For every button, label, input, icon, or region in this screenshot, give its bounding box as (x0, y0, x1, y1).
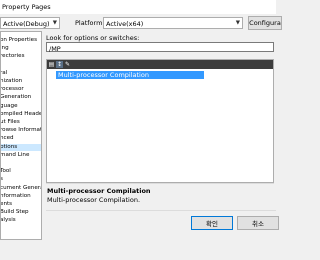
tree-item[interactable]: ral (1, 70, 41, 78)
configuration-dropdown[interactable]: Active(Debug) ▼ (0, 17, 60, 29)
cancel-label: 취소 (252, 220, 264, 228)
search-value: /MP (49, 44, 61, 53)
options-panel: ▤ ↕ ✎ Multi-processor Compilation (46, 59, 274, 183)
tree-item[interactable]: rectories (1, 53, 41, 61)
tree-item[interactable]: alysis (1, 217, 41, 225)
wrench-icon[interactable]: ✎ (64, 61, 71, 68)
tree-item[interactable] (1, 160, 41, 168)
ok-label: 확인 (206, 220, 218, 228)
configuration-manager-button[interactable]: Configura (248, 16, 282, 30)
tree-item[interactable]: Tool (1, 168, 41, 176)
tree-item[interactable]: s (1, 176, 41, 184)
tree-item[interactable] (1, 62, 41, 70)
tree-item[interactable]: nced (1, 135, 41, 143)
alphabetical-icon[interactable]: ↕ (56, 61, 63, 68)
tree-item[interactable]: guage (1, 103, 41, 111)
tree-item[interactable]: ing (1, 45, 41, 53)
tree-item[interactable]: mand Line (1, 152, 41, 160)
bottom-divider (46, 210, 276, 211)
tree-item[interactable]: Build Step (1, 209, 41, 217)
description-text: Multi-processor Compilation. (47, 196, 141, 204)
cancel-button[interactable]: 취소 (237, 216, 279, 230)
tree-item[interactable]: cument Generator (1, 185, 41, 193)
property-tree[interactable]: on Properties ing rectories ral nization roce… (0, 31, 42, 240)
title-bar: Property Pages (0, 0, 276, 14)
window-title: Property Pages (2, 3, 51, 11)
tree-item[interactable]: ompiled Headers (1, 111, 41, 119)
options-toolbar: ▤ ↕ ✎ (47, 60, 273, 69)
tree-item[interactable]: on Properties (1, 37, 41, 45)
configuration-value: Active(Debug) (3, 20, 50, 28)
tree-item[interactable]: ents (1, 201, 41, 209)
tree-item[interactable]: nformation (1, 193, 41, 201)
tree-item[interactable]: rowse Information (1, 127, 41, 135)
tree-item[interactable]: ptions (1, 143, 41, 152)
chevron-down-icon: ▼ (52, 20, 57, 26)
categorized-icon[interactable]: ▤ (48, 61, 55, 68)
description-title: Multi-processor Compilation (47, 187, 151, 195)
search-input[interactable]: /MP (46, 42, 274, 53)
configuration-manager-label: Configura (249, 19, 281, 27)
platform-value: Active(x64) (106, 20, 144, 28)
chevron-down-icon: ▼ (235, 20, 240, 26)
search-label: Look for options or switches: (46, 34, 140, 42)
tree-item[interactable]: ut Files (1, 119, 41, 127)
divider (46, 183, 274, 184)
ok-button[interactable]: 확인 (191, 216, 233, 230)
tree-item[interactable]: rocessor (1, 86, 41, 94)
tree-item[interactable]: nization (1, 78, 41, 86)
selected-option-label: Multi-processor Compilation (58, 71, 149, 79)
platform-label: Platform: (75, 19, 105, 27)
tree-item[interactable]: Generation (1, 94, 41, 102)
selected-option-row[interactable]: Multi-processor Compilation (56, 71, 204, 79)
platform-dropdown[interactable]: Active(x64) ▼ (103, 17, 243, 29)
